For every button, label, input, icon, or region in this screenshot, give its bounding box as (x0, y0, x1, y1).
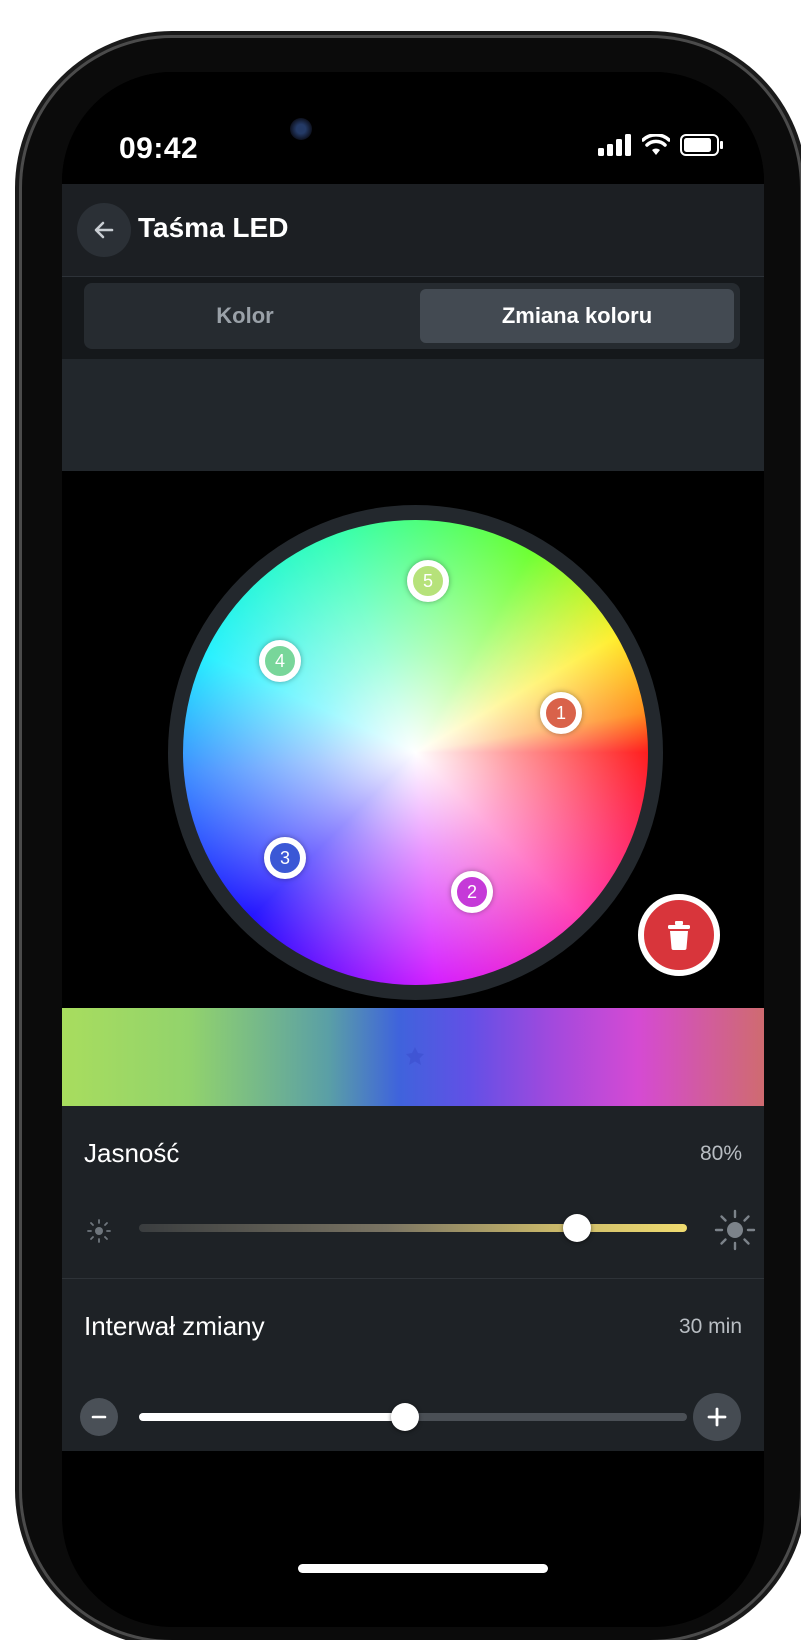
brightness-value: 80% (699, 1142, 742, 1165)
interval-decrease-button[interactable] (80, 1398, 118, 1436)
wifi-icon (642, 134, 670, 155)
color-point-label: 5 (422, 570, 433, 591)
color-point-3[interactable]: 3 (264, 837, 306, 879)
tabs-bar: Kolor Zmiana koloru (62, 277, 764, 359)
color-point-label: 4 (274, 650, 285, 671)
notch (267, 72, 557, 130)
interval-panel: Interwał zmiany 30 min (62, 1279, 764, 1451)
trash-icon (668, 921, 690, 950)
color-point-4[interactable]: 4 (259, 640, 301, 682)
segmented-tabs: Kolor Zmiana koloru (84, 283, 740, 349)
interval-label: Interwał zmiany (84, 1311, 265, 1341)
interval-value: 30 min (678, 1315, 742, 1338)
status-time: 09:42 (119, 132, 199, 165)
brightness-label: Jasność (84, 1138, 180, 1168)
phone-frame: 09:42 Taśma LED Kolor Zmiana koloru 1 2 … (22, 38, 800, 1640)
position-indicator-icon (406, 1047, 424, 1065)
brightness-panel: Jasność 80% (62, 1106, 764, 1279)
battery-icon (680, 134, 723, 156)
page-title: Taśma LED (138, 212, 289, 243)
sun-small-icon (87, 1219, 111, 1243)
interval-slider-thumb[interactable] (390, 1403, 419, 1431)
plus-icon (707, 1407, 727, 1427)
brightness-slider-track[interactable] (139, 1224, 687, 1232)
minus-icon (91, 1415, 107, 1419)
front-camera (290, 118, 312, 140)
tab-kolor[interactable]: Kolor (88, 289, 402, 343)
interval-increase-button[interactable] (693, 1393, 741, 1441)
color-point-label: 1 (555, 702, 566, 723)
delete-button[interactable] (638, 894, 720, 976)
color-wheel[interactable]: 1 2 3 4 5 (183, 520, 648, 985)
color-point-1[interactable]: 1 (540, 692, 582, 734)
preset-panel (62, 359, 764, 471)
status-bar: 09:42 (62, 72, 764, 184)
signal-icon (598, 134, 631, 156)
sun-large-icon (714, 1209, 756, 1251)
color-point-5[interactable]: 5 (407, 560, 449, 602)
brightness-slider-thumb[interactable] (563, 1214, 592, 1242)
app-header: Taśma LED (62, 184, 764, 277)
screen: 09:42 Taśma LED Kolor Zmiana koloru 1 2 … (62, 72, 764, 1627)
arrow-left-icon (94, 221, 114, 239)
status-icons (598, 134, 724, 156)
color-wheel-area: 1 2 3 4 5 (62, 472, 764, 1008)
home-indicator (298, 1564, 548, 1573)
color-point-label: 2 (466, 881, 477, 902)
color-sequence-preview (62, 1008, 764, 1106)
back-button[interactable] (77, 203, 131, 257)
color-point-2[interactable]: 2 (451, 871, 493, 913)
interval-slider-fill (139, 1413, 405, 1421)
color-point-label: 3 (279, 847, 290, 868)
tab-zmiana-koloru[interactable]: Zmiana koloru (420, 289, 734, 343)
